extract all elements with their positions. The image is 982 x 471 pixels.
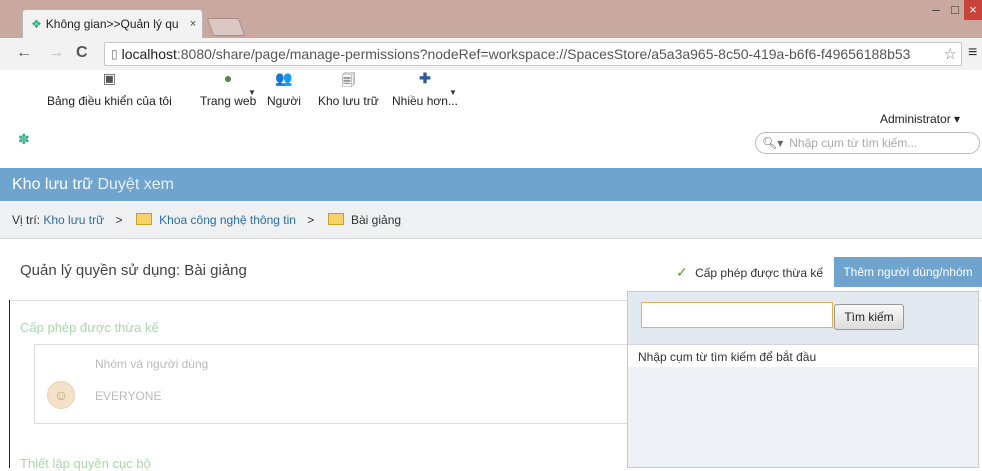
folder-icon [135,213,152,225]
nav-repository-label: Kho lưu trữ [318,94,379,108]
popup-hint-text: Nhập cụm từ tìm kiếm để bắt đầu [638,350,817,364]
page-title-bar: Kho lưu trữ Duyệt xem [0,168,982,201]
breadcrumb-item-current: Bài giảng [351,213,402,227]
breadcrumb-separator: > [115,213,123,227]
url-host: localhost [121,46,177,62]
nav-people[interactable]: 👥 Người [267,70,301,108]
checkmark-icon: ✓ [676,264,688,280]
breadcrumb-item-faculty[interactable]: Khoa công nghệ thông tin [159,213,296,227]
breadcrumb-separator: > [307,213,315,227]
window-maximize-button[interactable]: □ [946,0,964,20]
people-icon: 👥 [275,70,293,86]
new-tab-button[interactable] [206,18,246,36]
nav-repository[interactable]: 🗐 Kho lưu trữ [318,70,379,108]
inherit-permissions-toggle[interactable]: ✓ Cấp phép được thừa kế [676,264,823,281]
address-bar[interactable]: ▯ localhost:8080/share/page/manage-permi… [104,42,962,66]
browser-toolbar: ← → C ▯ localhost:8080/share/page/manage… [0,38,982,71]
user-menu[interactable]: Administrator ▾ [880,112,960,126]
forward-arrow-icon[interactable]: → [48,44,64,62]
column-header-users-groups: Nhóm và người dùng [95,357,209,371]
alfresco-logo-icon: ✽ [18,131,30,147]
url-path: :8080/share/page/manage-permissions?node… [176,46,911,62]
search-placeholder: Nhập cụm từ tìm kiếm... [789,136,918,150]
table-row-authority: EVERYONE [95,389,162,403]
page-title: Quản lý quyền sử dụng: Bài giảng [20,262,247,279]
breadcrumb-item-repository[interactable]: Kho lưu trữ [43,213,104,227]
nav-dashboard-label: Bảng điều khiển của tôi [47,94,172,108]
title-main: Kho lưu trữ [12,176,94,193]
browser-menu-icon[interactable]: ≡ [968,44,977,62]
dashboard-icon: ▣ [102,70,116,86]
sites-caret-icon[interactable]: ▼ [248,88,256,97]
local-section-title: Thiết lập quyền cục bộ [20,456,151,471]
more-caret-icon[interactable]: ▼ [449,88,457,97]
tab-close-icon[interactable]: × [190,18,196,30]
browser-titlebar: ❖ Không gian>>Quản lý qu × – □ × [0,0,982,38]
popup-search-input[interactable] [641,302,833,328]
popup-search-button[interactable]: Tìm kiếm [834,304,904,330]
title-browse-link[interactable]: Duyệt xem [97,176,173,193]
reload-icon[interactable]: C [76,44,88,62]
globe-icon: ● [223,70,233,86]
inherited-section-title: Cấp phép được thừa kế [20,320,159,335]
group-avatar-icon: ☺ [47,381,75,409]
tab-title: Không gian>>Quản lý qu [45,17,179,31]
add-user-group-button[interactable]: Thêm người dùng/nhóm [834,257,982,287]
repository-icon: 🗐 [341,72,356,88]
bookmark-star-icon[interactable]: ☆ [944,45,957,63]
popup-search-row: Tìm kiếm [628,292,978,345]
tab-favicon-icon: ❖ [31,17,42,31]
back-arrow-icon[interactable]: ← [16,44,32,62]
url-text: localhost:8080/share/page/manage-permiss… [122,46,911,62]
breadcrumb: Vị trí: Kho lưu trữ > Khoa công nghệ thô… [0,201,982,239]
add-user-search-popup: Tìm kiếm Nhập cụm từ tìm kiếm để bắt đầu [627,291,979,468]
page-icon: ▯ [111,47,118,61]
folder-icon [327,213,344,225]
plus-icon: ✚ [419,70,431,86]
inherit-label: Cấp phép được thừa kế [695,266,824,280]
window-minimize-button[interactable]: – [926,0,946,20]
nav-people-label: Người [267,94,301,108]
global-search-input[interactable]: 🔍︎▾ Nhập cụm từ tìm kiếm... [755,132,980,154]
nav-dashboard[interactable]: ▣ Bảng điều khiển của tôi [47,70,172,108]
breadcrumb-prefix: Vị trí: [12,213,41,227]
inherited-permissions-table: Nhóm và người dùng ☺ EVERYONE [34,344,634,424]
browser-tab[interactable]: ❖ Không gian>>Quản lý qu × [22,9,203,38]
search-icon: 🔍︎▾ [762,136,784,150]
left-border [9,300,10,468]
window-close-button[interactable]: × [964,0,982,20]
